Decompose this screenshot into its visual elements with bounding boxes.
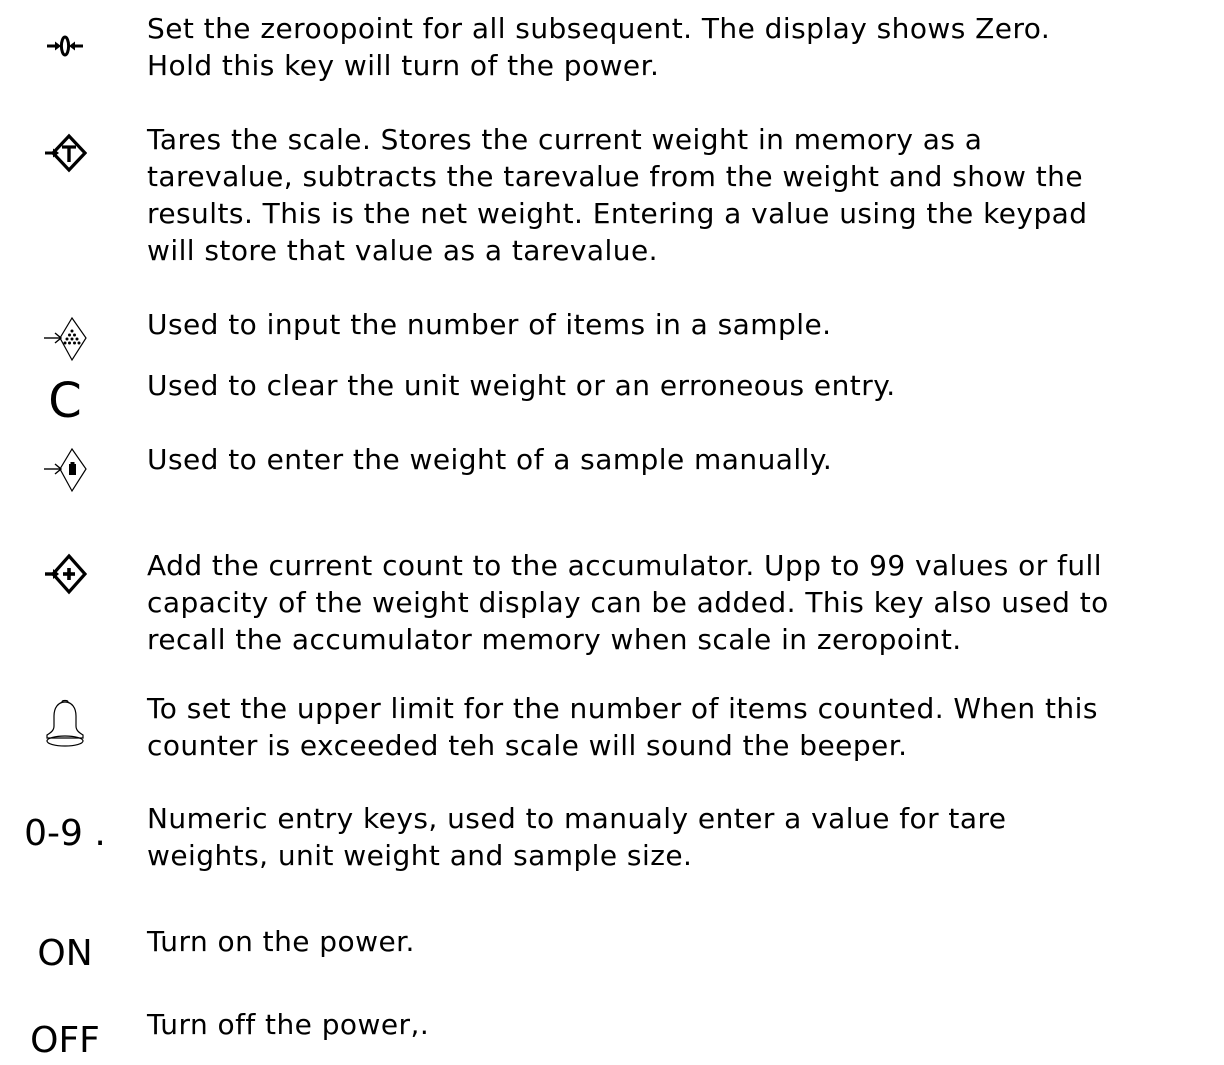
- zero-key-icon: [0, 32, 130, 60]
- key-description: Tares the scale. Stores the current weig…: [147, 123, 1088, 267]
- key-description: Turn off the power,.: [147, 1008, 430, 1041]
- key-description: Used to clear the unit weight or an erro…: [147, 369, 896, 402]
- key-description: Set the zeroopoint for all subsequent. T…: [147, 12, 1051, 82]
- key-description: Turn on the power.: [147, 925, 415, 958]
- accumulate-key-icon: [0, 553, 130, 599]
- key-description: Used to input the number of items in a s…: [147, 308, 832, 341]
- sample-count-key-icon: [0, 314, 130, 364]
- off-key-label: OFF: [30, 1020, 100, 1061]
- key-description: Used to enter the weight of a sample man…: [147, 443, 833, 476]
- key-description: Add the current count to the accumulator…: [147, 549, 1109, 656]
- key-description: Numeric entry keys, used to manualy ente…: [147, 802, 1007, 872]
- key-function-list: Set the zeroopoint for all subsequent. T…: [0, 0, 1224, 1061]
- on-key-label: ON: [37, 933, 93, 974]
- clear-key-label: C: [48, 373, 82, 429]
- numeric-key-label: 0-9 .: [24, 813, 106, 854]
- tare-key-icon: [0, 133, 130, 177]
- sample-weight-key-icon: [0, 445, 130, 495]
- bell-icon: [0, 698, 130, 750]
- key-description: To set the upper limit for the number of…: [147, 692, 1098, 762]
